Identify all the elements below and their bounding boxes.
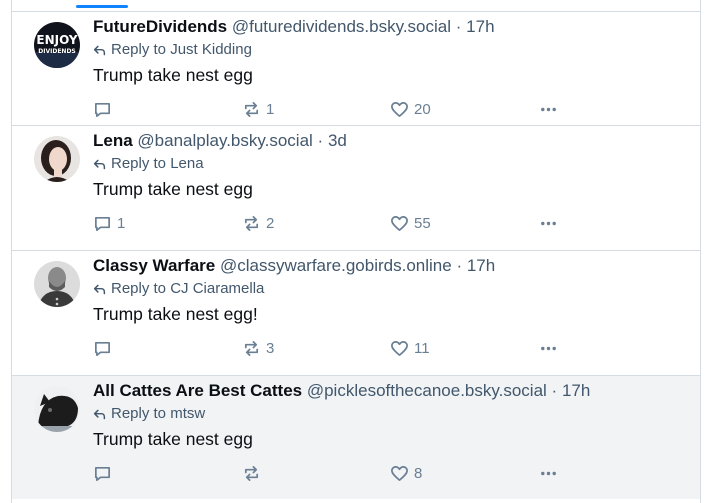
avatar[interactable] xyxy=(34,136,80,182)
reply-context[interactable]: Reply to Lena xyxy=(93,154,204,174)
author-handle[interactable]: @picklesofthecanoe.bsky.social xyxy=(307,381,547,400)
reply-prefix: Reply to xyxy=(111,41,167,58)
reply-arrow-icon xyxy=(93,409,106,419)
reply-button[interactable] xyxy=(93,464,117,483)
separator: · xyxy=(551,381,558,400)
avatar[interactable] xyxy=(34,386,80,432)
repost-count: 2 xyxy=(266,215,275,232)
like-button[interactable]: 20 xyxy=(390,100,431,119)
repost-icon xyxy=(244,340,259,357)
active-tab-indicator xyxy=(76,5,128,8)
reply-context[interactable]: Reply to mtsw xyxy=(93,404,205,424)
reply-to-name[interactable]: CJ Ciaramella xyxy=(170,279,264,299)
post-actions: 1 2 55 xyxy=(93,214,573,238)
post-text: Trump take nest egg xyxy=(93,179,253,199)
like-count: 55 xyxy=(414,215,431,232)
repost-button[interactable]: 3 xyxy=(242,339,274,358)
more-options-button[interactable] xyxy=(539,100,558,119)
reply-arrow-icon xyxy=(93,45,106,55)
repost-icon xyxy=(244,101,259,118)
reply-to-name[interactable]: mtsw xyxy=(170,404,205,424)
avatar[interactable] xyxy=(34,261,80,307)
author-name[interactable]: All Cattes Are Best Cattes xyxy=(93,381,302,400)
ellipsis-icon xyxy=(541,346,556,351)
more-options-button[interactable] xyxy=(539,339,558,358)
author-handle[interactable]: @classywarfare.gobirds.online xyxy=(220,256,452,275)
reply-feed: ENJOY DIVIDENDS FutureDividends @futured… xyxy=(11,0,701,503)
post-time[interactable]: 3d xyxy=(328,131,347,150)
repost-count: 1 xyxy=(266,101,275,118)
like-button[interactable]: 11 xyxy=(390,339,430,358)
enjoy-dividends-logo-icon: ENJOY DIVIDENDS xyxy=(34,22,80,68)
post-text: Trump take nest egg! xyxy=(93,304,258,324)
reply-button[interactable] xyxy=(93,339,117,358)
author-name[interactable]: Classy Warfare xyxy=(93,256,215,275)
ellipsis-icon xyxy=(541,107,556,112)
like-button[interactable]: 8 xyxy=(390,464,422,483)
post-item[interactable]: Classy Warfare @classywarfare.gobirds.on… xyxy=(12,250,700,374)
cat-photo-icon xyxy=(34,386,80,432)
repost-icon xyxy=(244,465,259,482)
portrait-photo-icon xyxy=(34,136,80,182)
reply-prefix: Reply to xyxy=(111,155,167,172)
avatar[interactable]: ENJOY DIVIDENDS xyxy=(34,22,80,68)
reply-to-name[interactable]: Just Kidding xyxy=(170,40,252,60)
reply-prefix: Reply to xyxy=(111,405,167,422)
heart-icon xyxy=(391,465,408,482)
post-actions: 8 xyxy=(93,464,573,488)
reply-button[interactable]: 1 xyxy=(93,214,125,233)
author-handle[interactable]: @futuredividends.bsky.social xyxy=(232,17,451,36)
repost-button[interactable]: 2 xyxy=(242,214,274,233)
repost-icon xyxy=(244,215,259,232)
reply-context[interactable]: Reply to CJ Ciaramella xyxy=(93,279,264,299)
comment-icon xyxy=(94,466,111,482)
post-item[interactable]: Lena @banalplay.bsky.social · 3d Reply t… xyxy=(12,125,700,249)
post-time[interactable]: 17h xyxy=(466,17,494,36)
reply-arrow-icon xyxy=(93,284,106,294)
heart-icon xyxy=(391,340,408,357)
more-options-button[interactable] xyxy=(539,464,558,483)
post-time[interactable]: 17h xyxy=(467,256,495,275)
comment-icon xyxy=(94,341,111,357)
author-name[interactable]: FutureDividends xyxy=(93,17,227,36)
ellipsis-icon xyxy=(541,221,556,226)
like-count: 8 xyxy=(414,465,423,482)
reply-to-name[interactable]: Lena xyxy=(170,154,203,174)
post-actions: 3 11 xyxy=(93,339,573,363)
reply-arrow-icon xyxy=(93,159,106,169)
post-item[interactable]: ENJOY DIVIDENDS FutureDividends @futured… xyxy=(12,11,700,135)
comment-icon xyxy=(94,102,111,118)
ellipsis-icon xyxy=(541,471,556,476)
general-portrait-icon xyxy=(34,261,80,307)
post-actions: 1 20 xyxy=(93,100,573,124)
post-time[interactable]: 17h xyxy=(562,381,590,400)
reply-context[interactable]: Reply to Just Kidding xyxy=(93,40,252,60)
repost-button[interactable]: 1 xyxy=(242,100,274,119)
repost-button[interactable] xyxy=(242,464,266,483)
post-text: Trump take nest egg xyxy=(93,429,253,449)
reply-prefix: Reply to xyxy=(111,280,167,297)
reply-button[interactable] xyxy=(93,100,117,119)
more-options-button[interactable] xyxy=(539,214,558,233)
avatar-logo-line1: ENJOY xyxy=(36,33,77,47)
author-name[interactable]: Lena xyxy=(93,131,133,150)
post-text: Trump take nest egg xyxy=(93,65,253,85)
like-count: 20 xyxy=(414,101,431,118)
separator: · xyxy=(456,256,463,275)
post-item[interactable]: All Cattes Are Best Cattes @picklesofthe… xyxy=(12,375,700,499)
separator: · xyxy=(455,17,462,36)
avatar-logo-line2: DIVIDENDS xyxy=(38,48,76,55)
author-handle[interactable]: @banalplay.bsky.social xyxy=(137,131,312,150)
repost-count: 3 xyxy=(266,340,275,357)
reply-count: 1 xyxy=(117,215,126,232)
heart-icon xyxy=(391,101,408,118)
like-count: 11 xyxy=(414,340,430,357)
separator: · xyxy=(317,131,324,150)
comment-icon xyxy=(94,216,111,232)
like-button[interactable]: 55 xyxy=(390,214,431,233)
heart-icon xyxy=(391,215,408,232)
